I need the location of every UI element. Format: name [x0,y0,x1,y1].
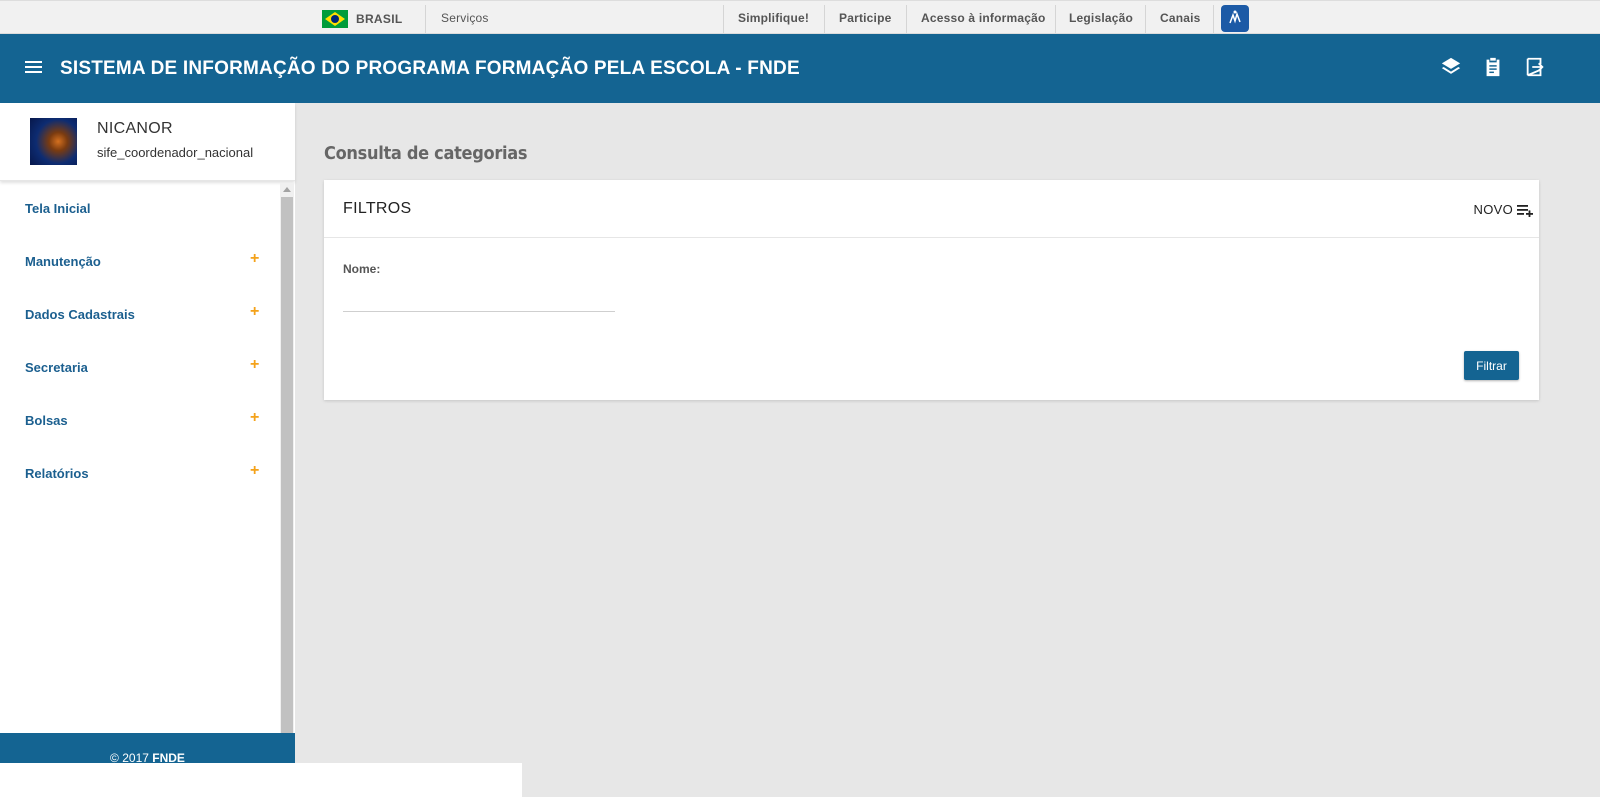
simplifique-link[interactable]: Simplifique! [738,11,809,25]
divider [1213,5,1214,33]
divider [1055,5,1056,33]
libras-accessibility-icon[interactable] [1221,5,1249,32]
novo-label: NOVO [1473,202,1513,217]
sidebar-item-secretaria[interactable]: Secretaria + [0,342,280,395]
divider [1145,5,1146,33]
brasil-label: BRASIL [356,12,403,26]
page-title: Consulta de categorias [324,143,528,164]
expand-plus-icon[interactable]: + [250,409,259,427]
acesso-informacao-link[interactable]: Acesso à informação [921,11,1046,25]
sidebar-item-label: Bolsas [25,413,68,428]
novo-button[interactable]: NOVO [1474,202,1533,217]
sidebar-item-manutencao[interactable]: Manutenção + [0,236,280,289]
sidebar-item-label: Dados Cadastrais [25,307,135,322]
avatar [30,118,77,165]
clipboard-icon[interactable] [1482,56,1504,78]
expand-plus-icon[interactable]: + [250,250,259,268]
user-role: sife_coordenador_nacional [97,145,254,160]
nome-input[interactable] [343,280,615,312]
gov-top-bar: BRASIL Serviços Simplifique! Participe A… [0,0,1600,34]
sidebar-item-dados-cadastrais[interactable]: Dados Cadastrais + [0,289,280,342]
expand-plus-icon[interactable]: + [250,462,259,480]
filters-title: FILTROS [343,200,412,217]
filters-card-header: FILTROS NOVO [324,180,1539,238]
sidebar-scrollbar[interactable] [280,183,294,735]
playlist-add-icon [1517,204,1533,217]
nome-label: Nome: [343,262,381,276]
sidebar-item-label: Manutenção [25,254,101,269]
sidebar-item-tela-inicial[interactable]: Tela Inicial [0,183,280,236]
sidebar-item-relatorios[interactable]: Relatórios + [0,448,280,501]
hamburger-menu-icon[interactable] [25,61,42,74]
servicos-link[interactable]: Serviços [441,11,489,25]
participe-link[interactable]: Participe [839,11,892,25]
divider [425,5,426,33]
filters-card: FILTROS NOVO Nome: Filtrar [324,180,1539,400]
logout-icon[interactable] [1524,56,1546,78]
filtrar-button[interactable]: Filtrar [1464,351,1519,380]
scrollbar-thumb[interactable] [281,197,293,733]
divider [824,5,825,33]
user-panel: NICANOR sife_coordenador_nacional [0,103,295,181]
sidebar-footer: © 2017 FNDE [0,733,295,767]
brasil-link[interactable]: BRASIL [322,10,402,28]
app-header: SISTEMA DE INFORMAÇÃO DO PROGRAMA FORMAÇ… [0,34,1600,103]
sidebar-nav: Tela Inicial Manutenção + Dados Cadastra… [0,183,280,501]
bottom-strip [0,763,522,797]
sidebar: NICANOR sife_coordenador_nacional Tela I… [0,103,295,797]
app-title: SISTEMA DE INFORMAÇÃO DO PROGRAMA FORMAÇ… [60,58,800,79]
sidebar-item-bolsas[interactable]: Bolsas + [0,395,280,448]
sidebar-item-label: Secretaria [25,360,88,375]
canais-link[interactable]: Canais [1160,11,1201,25]
layers-icon[interactable] [1440,56,1462,78]
divider [906,5,907,33]
brazil-flag-icon [322,10,348,28]
user-name: NICANOR [97,120,173,137]
expand-plus-icon[interactable]: + [250,356,259,374]
legislacao-link[interactable]: Legislação [1069,11,1133,25]
expand-plus-icon[interactable]: + [250,303,259,321]
divider [723,5,724,33]
scroll-up-arrow-icon[interactable] [283,187,291,192]
sidebar-item-label: Relatórios [25,466,89,481]
sidebar-item-label: Tela Inicial [25,201,91,216]
